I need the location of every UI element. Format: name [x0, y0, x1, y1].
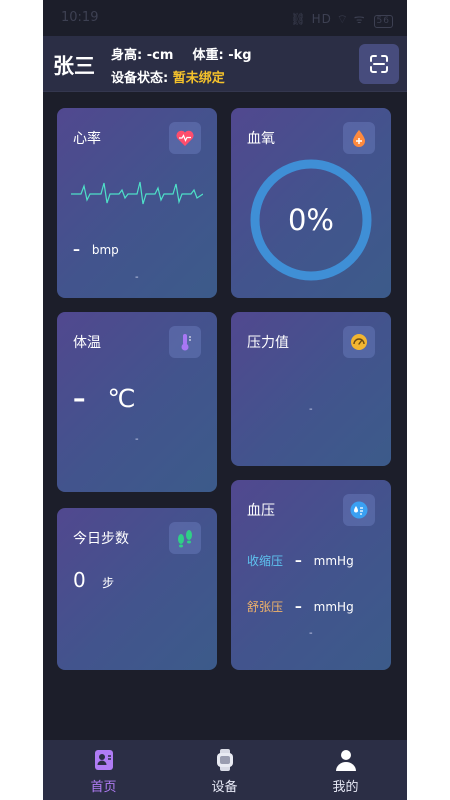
temperature-timestamp: -	[135, 434, 139, 445]
heart-icon	[176, 130, 194, 146]
stress-value: -	[309, 404, 313, 415]
thermometer-icon	[181, 334, 191, 351]
heart-rate-card[interactable]: 心率 – bmp -	[57, 108, 217, 298]
nav-device[interactable]: 设备	[164, 740, 285, 800]
gauge-icon	[351, 334, 367, 350]
steps-title: 今日步数	[73, 531, 129, 547]
diastolic-unit: mmHg	[313, 600, 354, 614]
diastolic-label: 舒张压	[247, 600, 284, 614]
temperature-unit: ℃	[107, 384, 136, 413]
temperature-title: 体温	[73, 335, 101, 351]
battery-icon: 56	[373, 15, 393, 28]
profile-icon	[336, 750, 356, 771]
weight-label: 体重:	[192, 48, 224, 63]
status-bar: 10:19 ⛓ HD ⌔ ᯤ 56	[43, 0, 407, 36]
footprints-icon	[178, 530, 192, 548]
steps-value: 0	[73, 568, 86, 592]
nav-device-label: 设备	[211, 780, 238, 795]
body-metrics: 身高: -cm 体重: -kg 设备状态: 暂未绑定	[111, 44, 252, 86]
systolic-label: 收缩压	[247, 554, 284, 568]
spo2-title: 血氧	[247, 131, 275, 147]
heart-rate-title: 心率	[73, 131, 101, 147]
diastolic-value: –	[294, 599, 302, 615]
stress-title: 压力值	[247, 335, 289, 351]
device-status-label: 设备状态:	[111, 71, 169, 86]
nav-profile[interactable]: 我的	[285, 740, 406, 800]
height-label: 身高:	[111, 48, 143, 63]
spo2-value: 0%	[287, 203, 334, 237]
bottom-navigation: 首页 设备 我的	[43, 740, 407, 800]
watch-icon	[217, 749, 233, 771]
heart-rate-value: –	[73, 242, 80, 258]
systolic-unit: mmHg	[313, 554, 354, 568]
user-name: 张三	[53, 54, 95, 78]
systolic-row: 收缩压 – mmHg	[247, 552, 354, 569]
heart-rate-unit: bmp	[91, 243, 119, 257]
status-icons: ⛓ HD ⌔ ᯤ 56	[291, 10, 393, 28]
height-value: -cm	[146, 48, 174, 63]
nav-home-label: 首页	[90, 780, 117, 795]
drop-icon	[353, 130, 365, 147]
scan-icon	[370, 55, 388, 73]
stress-card[interactable]: 压力值 -	[231, 312, 391, 466]
steps-card[interactable]: 今日步数 0 步	[57, 508, 217, 670]
device-status-value: 暂未绑定	[172, 71, 225, 86]
profile-header: 张三 身高: -cm 体重: -kg 设备状态: 暂未绑定	[43, 36, 407, 92]
ecg-waveform	[71, 181, 203, 205]
steps-icon-box	[169, 522, 201, 554]
home-icon	[95, 750, 113, 770]
temperature-reading: – ℃	[73, 384, 136, 413]
app-screen: 10:19 ⛓ HD ⌔ ᯤ 56 张三 身高: -cm 体重: -kg 设备状…	[43, 0, 407, 800]
blood-pressure-icon-box	[343, 494, 375, 526]
diastolic-row: 舒张压 – mmHg	[247, 598, 354, 615]
status-time: 10:19	[61, 10, 99, 25]
spo2-icon-box	[343, 122, 375, 154]
heart-rate-reading: – bmp	[73, 242, 119, 258]
weight-value: -kg	[228, 48, 252, 63]
spo2-card[interactable]: 血氧 0%	[231, 108, 391, 298]
steps-unit: 步	[102, 576, 115, 590]
signal-icons: ⛓ HD ⌔ ᯤ	[290, 12, 366, 26]
blood-pressure-title: 血压	[247, 503, 275, 519]
steps-reading: 0 步	[73, 568, 114, 592]
temperature-value: –	[73, 384, 86, 413]
nav-home[interactable]: 首页	[43, 740, 164, 800]
heart-rate-icon-box	[169, 122, 201, 154]
nav-profile-label: 我的	[332, 780, 359, 795]
heart-rate-timestamp: -	[135, 272, 139, 283]
blood-pressure-card[interactable]: 血压 收缩压 – mmHg 舒张压 – mmHg -	[231, 480, 391, 670]
stress-icon-box	[343, 326, 375, 358]
scan-button[interactable]	[359, 44, 399, 84]
temperature-icon-box	[169, 326, 201, 358]
blood-pressure-timestamp: -	[309, 628, 313, 639]
systolic-value: –	[294, 553, 302, 569]
bp-icon	[350, 501, 368, 519]
temperature-card[interactable]: 体温 – ℃ -	[57, 312, 217, 492]
